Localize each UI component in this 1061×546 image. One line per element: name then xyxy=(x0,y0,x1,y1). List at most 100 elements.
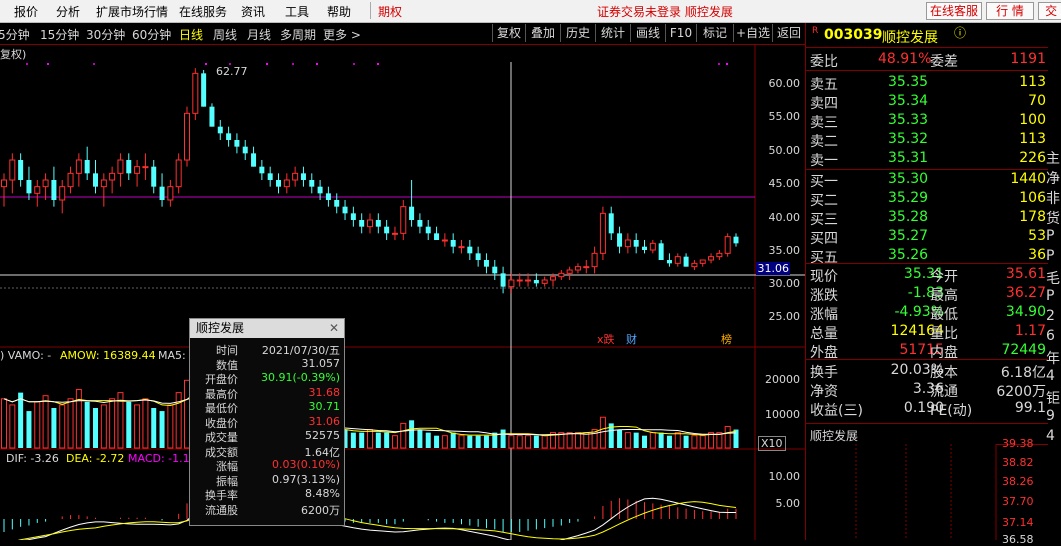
ask-row-price[interactable]: 35.33 xyxy=(888,112,928,128)
peak-price-label: 62.77 xyxy=(216,65,248,78)
mini-tick: 37.14 xyxy=(1002,516,1034,529)
candle-down xyxy=(417,220,423,227)
period-more[interactable]: 更多 > xyxy=(323,26,361,43)
edge-glyph: 非 xyxy=(1046,191,1060,207)
f10-button[interactable]: F10 xyxy=(665,24,696,42)
ask-row-price[interactable]: 35.34 xyxy=(888,93,928,109)
fundamental-value: 6200万 xyxy=(996,384,1046,400)
menu-item-zaixian[interactable]: 在线服务 xyxy=(179,3,227,20)
mark-button[interactable]: 标记 xyxy=(696,24,733,42)
menu-item-fenxi[interactable]: 分析 xyxy=(56,3,80,20)
menu-item-kuozhan[interactable]: 扩展市场行情 xyxy=(96,3,168,20)
volume-bar-down xyxy=(467,435,473,448)
bid-row-price[interactable]: 35.26 xyxy=(888,247,928,263)
period-multi[interactable]: 多周期 xyxy=(280,26,316,43)
candle-up xyxy=(1,179,7,188)
back-button[interactable]: 返回 xyxy=(772,24,805,42)
menu-item-gongju[interactable]: 工具 xyxy=(285,3,309,20)
event-marker-billboard[interactable]: 榜 xyxy=(721,331,732,347)
bid-row-price[interactable]: 35.27 xyxy=(888,228,928,244)
menu-item-bangzhu[interactable]: 帮助 xyxy=(327,3,351,20)
period-week[interactable]: 周线 xyxy=(213,26,237,43)
candle-up xyxy=(716,252,723,258)
ask-row-price[interactable]: 35.35 xyxy=(888,74,928,90)
candle-up xyxy=(591,252,598,268)
kline-chart-svg[interactable] xyxy=(0,44,805,540)
bid-row-price[interactable]: 35.29 xyxy=(888,190,928,206)
tooltip-title: 顺控发展 xyxy=(196,321,245,335)
history-button[interactable]: 历史 xyxy=(560,24,595,42)
edge-glyph: 货 xyxy=(1046,211,1060,227)
divider xyxy=(806,263,1048,264)
overlay-button[interactable]: 叠加 xyxy=(525,24,560,42)
fundamental-value: 6.18亿 xyxy=(1000,365,1046,381)
menu-item-qiquan[interactable]: 期权 xyxy=(378,3,402,20)
info-icon[interactable]: ⓘ xyxy=(954,24,966,41)
period-30min[interactable]: 30分钟 xyxy=(86,26,125,43)
macd-dif-label: DIF: -3.26 xyxy=(6,452,59,465)
candle-down xyxy=(276,180,281,187)
quote-button[interactable]: 行 情 xyxy=(986,2,1034,20)
bid-row-price[interactable]: 35.28 xyxy=(888,209,928,225)
fundamental-label: 收益(三) xyxy=(810,403,863,419)
draw-button[interactable]: 画线 xyxy=(630,24,665,42)
candle-down xyxy=(309,180,315,187)
online-service-button[interactable]: 在线客服 xyxy=(926,2,982,20)
candle-down xyxy=(533,280,539,284)
stat-label: 总量 xyxy=(810,326,838,342)
candle-down xyxy=(483,260,489,267)
add-watchlist-button[interactable]: +自选 xyxy=(733,24,772,42)
stat-value: 1.17 xyxy=(1014,323,1046,339)
candle-down xyxy=(93,173,98,187)
tooltip-row-value: 31.68 xyxy=(308,385,341,399)
volume-bar-up xyxy=(516,435,523,449)
volume-bar-up xyxy=(391,435,398,449)
bid-row-volume: 36 xyxy=(1028,247,1046,263)
menu-item-baojia[interactable]: 报价 xyxy=(14,3,38,20)
event-dot xyxy=(316,63,318,65)
close-icon[interactable]: ✕ xyxy=(329,319,339,338)
volume-bar-down xyxy=(733,429,739,448)
bid-row-volume: 178 xyxy=(1019,209,1046,225)
trade-button[interactable]: 交 易 xyxy=(1038,2,1061,20)
kline-info-tooltip[interactable]: 顺控发展 ✕ 时间 2021/07/30/五 数值 31.057 开盘价 30.91(-0… xyxy=(189,318,345,526)
macd-bars-group xyxy=(3,487,737,532)
fuquan-button[interactable]: 复权 xyxy=(492,24,525,42)
candle-down xyxy=(325,193,331,200)
edge-glyph: 钜 xyxy=(1046,391,1060,407)
bid-row-price[interactable]: 35.30 xyxy=(888,171,928,187)
volume-bar-up xyxy=(525,435,532,449)
event-dot xyxy=(353,63,355,65)
candle-down xyxy=(209,106,215,127)
macd-value-label: MACD: -1.1 xyxy=(128,452,190,465)
period-toolbar: 5分钟 15分钟 30分钟 60分钟 日线 周线 月线 多周期 更多 > 复权 … xyxy=(0,23,805,45)
candle-up xyxy=(109,172,116,181)
tooltip-row-value: 52575 xyxy=(305,429,340,442)
period-5min[interactable]: 5分钟 xyxy=(0,26,30,43)
period-15min[interactable]: 15分钟 xyxy=(40,26,79,43)
menu-item-zixun[interactable]: 资讯 xyxy=(241,3,265,20)
ask-row-price[interactable]: 35.32 xyxy=(888,131,928,147)
login-notice: 证券交易未登录 顺控发展 xyxy=(597,5,733,19)
candle-down xyxy=(633,240,639,247)
candle-up xyxy=(75,159,82,174)
candle-up xyxy=(59,186,66,201)
stats-button[interactable]: 统计 xyxy=(595,24,630,42)
period-month[interactable]: 月线 xyxy=(247,26,271,43)
candle-down xyxy=(317,186,323,194)
candle-up xyxy=(724,236,731,254)
event-dot xyxy=(726,63,728,65)
candle-down xyxy=(26,180,32,194)
ask-row-price[interactable]: 35.31 xyxy=(888,150,928,166)
candle-down xyxy=(151,166,157,187)
volume-bar-down xyxy=(126,401,132,448)
event-marker-drop[interactable]: x跌 xyxy=(597,331,615,347)
period-60min[interactable]: 60分钟 xyxy=(132,26,171,43)
tooltip-row: 振幅 0.97(3.13%) xyxy=(190,473,344,488)
event-marker-finance[interactable]: 财 xyxy=(626,331,637,347)
candle-up xyxy=(583,266,590,269)
kline-chart-area[interactable]: 复权) 62.77 60.00 55.00 50.00 45.00 40.00 … xyxy=(0,44,805,540)
period-day[interactable]: 日线 xyxy=(179,26,203,43)
candle-up xyxy=(525,279,532,282)
ask-row-volume: 113 xyxy=(1019,131,1046,147)
